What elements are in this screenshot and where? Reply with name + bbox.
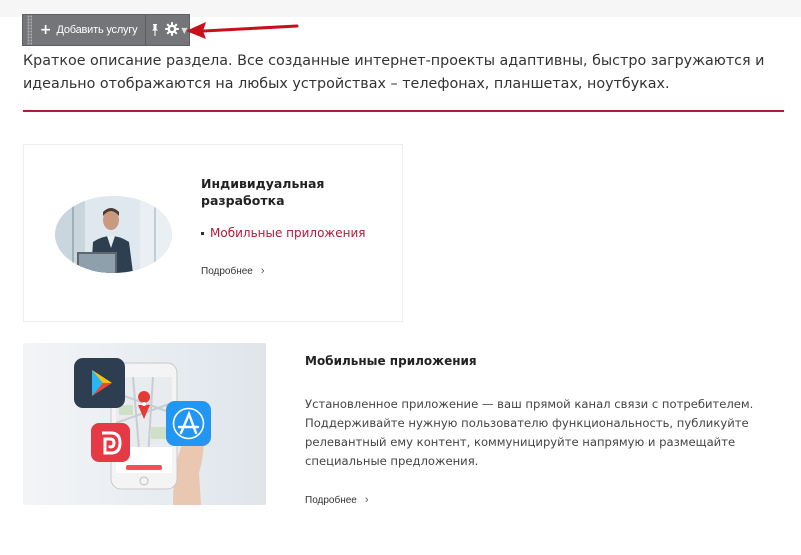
gear-icon xyxy=(165,21,180,40)
service-title[interactable]: Индивидуальная разработка xyxy=(201,176,361,209)
section-divider xyxy=(23,110,784,112)
admin-toolbar: + Добавить услугу ▼ xyxy=(22,14,190,46)
drag-handle[interactable] xyxy=(27,15,32,45)
list-bullet xyxy=(201,231,204,235)
subservice-link[interactable]: Мобильные приложения xyxy=(210,226,365,240)
service-card: Индивидуальная разработка Мобильные прил… xyxy=(23,144,403,322)
more-link[interactable]: Подробнее › xyxy=(305,494,369,506)
add-service-label: Добавить услугу xyxy=(56,24,138,36)
annotation-arrow-icon xyxy=(186,22,299,39)
subservice-list: Мобильные приложения xyxy=(201,226,365,240)
pin-button[interactable] xyxy=(146,15,163,45)
service-description: Установленное приложение — ваш прямой ка… xyxy=(305,397,754,468)
add-service-button[interactable]: + Добавить услугу xyxy=(32,15,146,45)
section-description: Краткое описание раздела. Все созданные … xyxy=(23,53,765,92)
chevron-right-icon: › xyxy=(364,494,369,506)
pin-icon xyxy=(151,21,159,40)
more-link[interactable]: Подробнее › xyxy=(201,265,265,277)
plus-icon: + xyxy=(39,22,52,38)
more-label: Подробнее xyxy=(305,494,357,506)
service-image[interactable] xyxy=(55,196,172,273)
more-label: Подробнее xyxy=(201,265,253,277)
chevron-right-icon: › xyxy=(260,265,265,277)
service-image[interactable] xyxy=(23,343,266,505)
service-title[interactable]: Мобильные приложения xyxy=(305,354,477,368)
